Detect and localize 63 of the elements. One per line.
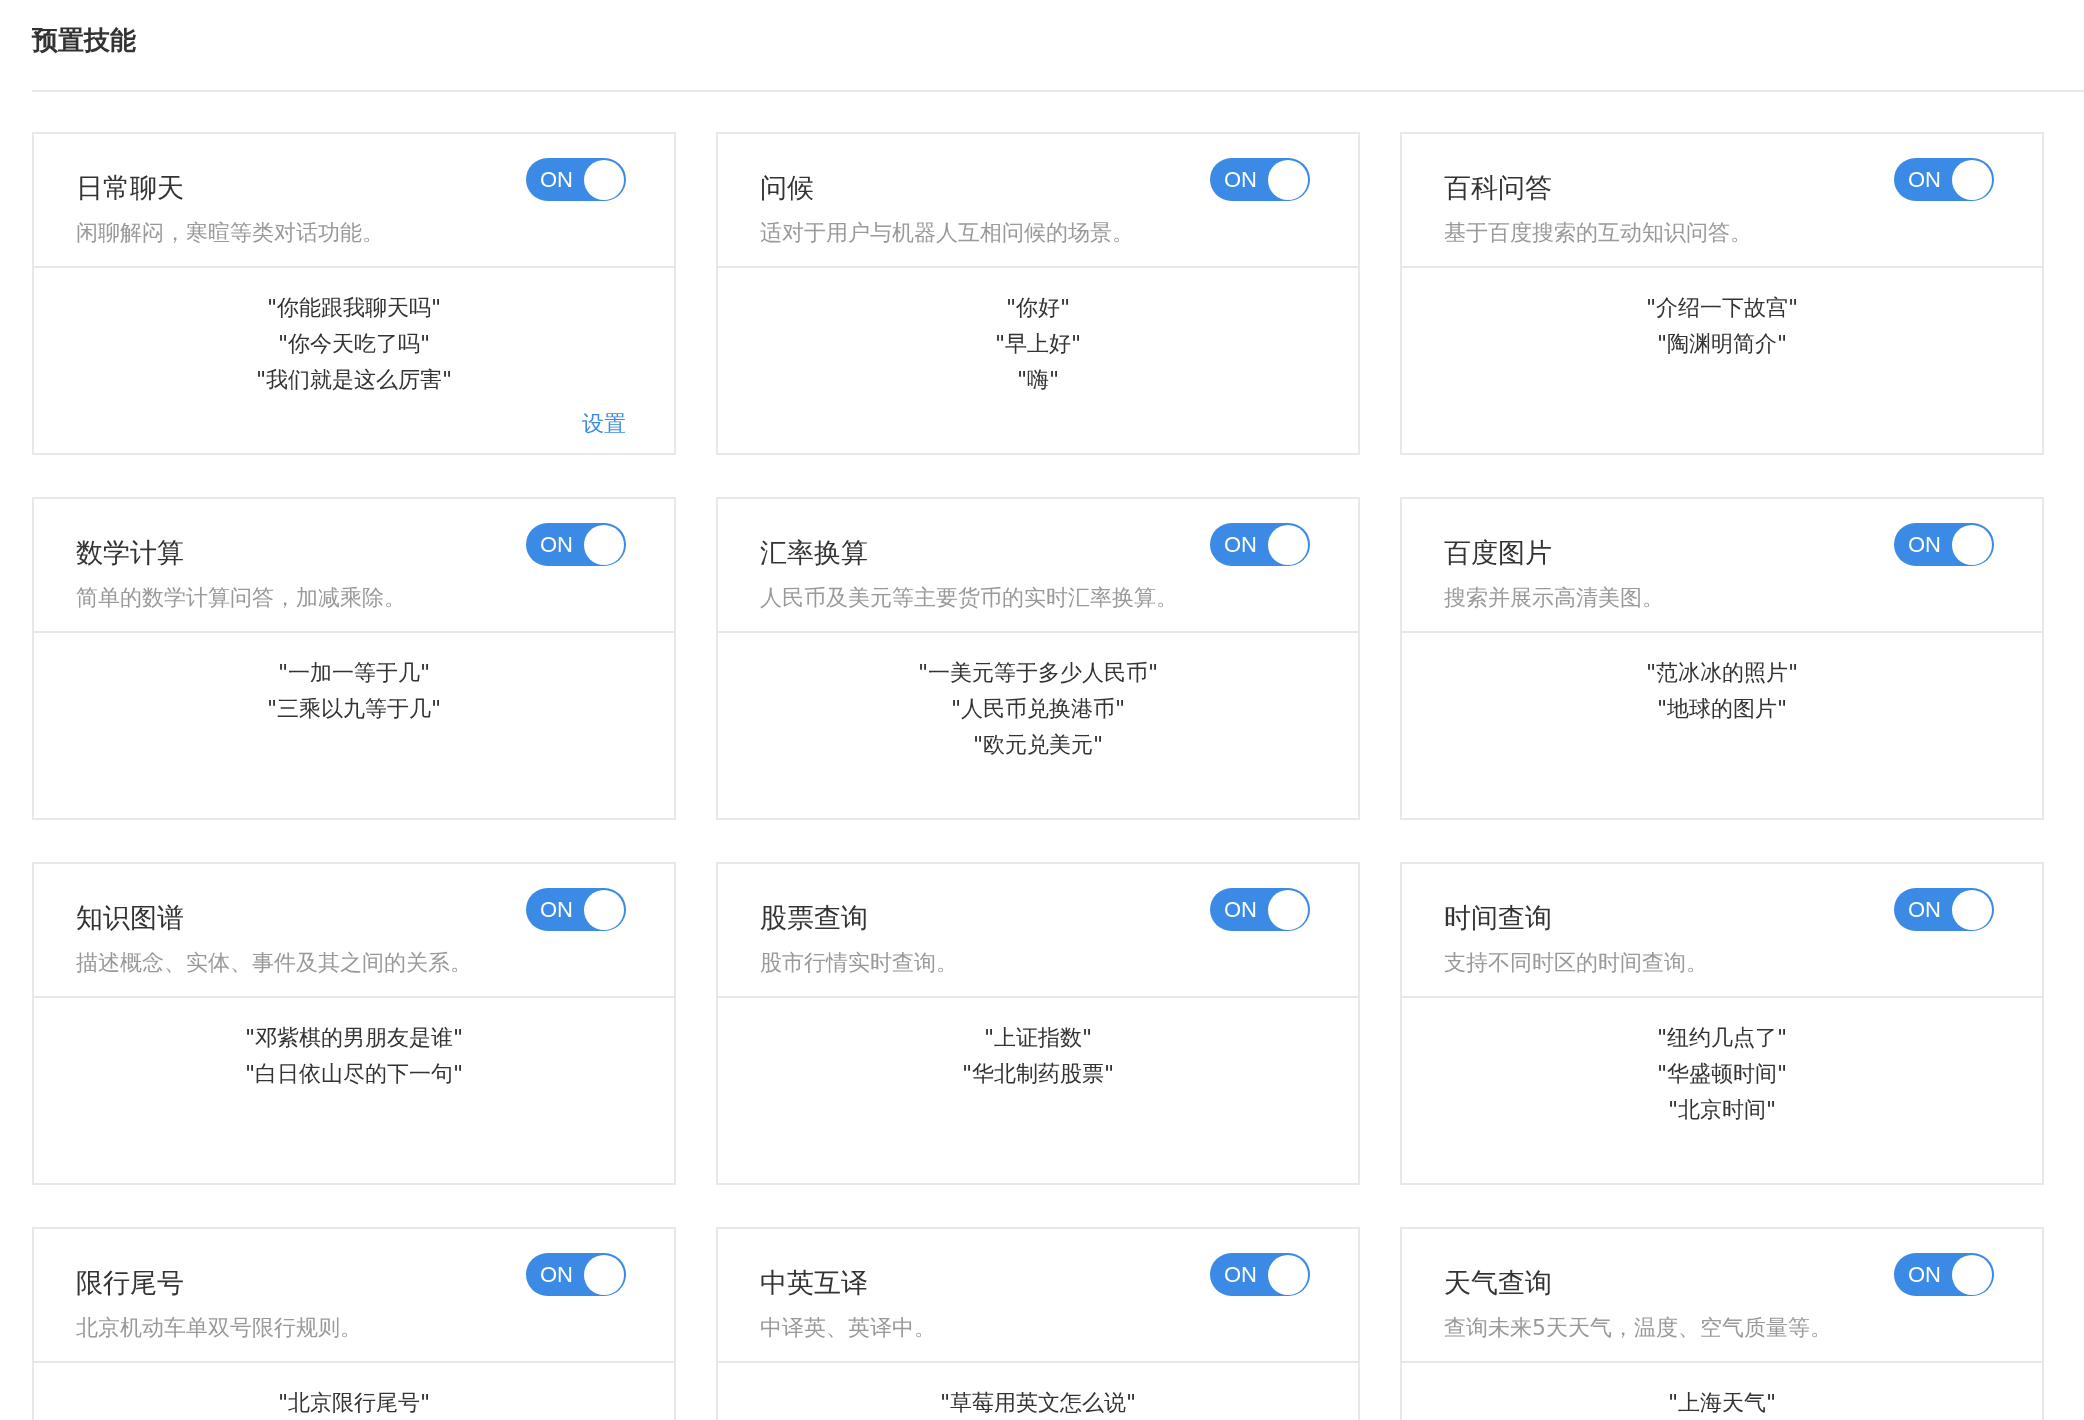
example-phrase: "你今天吃了吗" [277, 330, 431, 358]
toggle-switch[interactable]: ON [1210, 523, 1310, 566]
example-phrase: "草莓用英文怎么说" [939, 1389, 1137, 1417]
skill-description: 查询未来5天天气，温度、空气质量等。 [1444, 1314, 1832, 1342]
skill-description: 描述概念、实体、事件及其之间的关系。 [76, 949, 472, 977]
skill-description: 简单的数学计算问答，加减乘除。 [76, 584, 406, 612]
example-phrase: "欧元兑美元" [972, 731, 1104, 759]
skill-title: 汇率换算 [760, 536, 868, 570]
example-phrase: "陶渊明简介" [1656, 330, 1788, 358]
toggle-switch[interactable]: ON [526, 158, 626, 201]
toggle-switch[interactable]: ON [526, 888, 626, 931]
example-phrase: "我们就是这么厉害" [255, 366, 453, 394]
example-phrase: "早上好" [994, 330, 1082, 358]
skill-title: 百度图片 [1444, 536, 1552, 570]
skill-description: 股市行情实时查询。 [760, 949, 958, 977]
skill-title: 限行尾号 [76, 1266, 184, 1300]
skill-title: 知识图谱 [76, 901, 184, 935]
skill-description: 人民币及美元等主要货币的实时汇率换算。 [760, 584, 1178, 612]
section-title: 预置技能 [32, 24, 137, 57]
skill-description: 支持不同时区的时间查询。 [1444, 949, 1708, 977]
example-phrase: "华北制药股票" [961, 1060, 1115, 1088]
toggle-switch[interactable]: ON [526, 523, 626, 566]
example-phrase: "一加一等于几" [277, 659, 431, 687]
example-phrase: "地球的图片" [1656, 695, 1788, 723]
example-phrase: "华盛顿时间" [1656, 1060, 1788, 1088]
skill-title: 天气查询 [1444, 1266, 1552, 1300]
toggle-switch[interactable]: ON [526, 1253, 626, 1296]
toggle-switch[interactable]: ON [1894, 1253, 1994, 1296]
example-phrase: "介绍一下故宫" [1645, 294, 1799, 322]
toggle-switch[interactable]: ON [1894, 158, 1994, 201]
skill-description: 搜索并展示高清美图。 [1444, 584, 1664, 612]
skill-description: 适对于用户与机器人互相问候的场景。 [760, 219, 1134, 247]
toggle-switch[interactable]: ON [1894, 523, 1994, 566]
toggle-switch[interactable]: ON [1210, 1253, 1310, 1296]
example-phrase: "上海天气" [1667, 1389, 1777, 1417]
skill-description: 北京机动车单双号限行规则。 [76, 1314, 362, 1342]
example-phrase: "你能跟我聊天吗" [266, 294, 442, 322]
settings-link[interactable]: 设置 [582, 409, 626, 439]
toggle-switch[interactable]: ON [1210, 888, 1310, 931]
example-phrase: "北京限行尾号" [277, 1389, 431, 1417]
example-phrase: "人民币兑换港币" [950, 695, 1126, 723]
skill-title: 中英互译 [760, 1266, 868, 1300]
example-phrase: "一美元等于多少人民币" [917, 659, 1159, 687]
skill-title: 数学计算 [76, 536, 184, 570]
skill-title: 问候 [760, 171, 814, 205]
example-phrase: "邓紫棋的男朋友是谁" [244, 1024, 464, 1052]
skill-description: 闲聊解闷，寒暄等类对话功能。 [76, 219, 384, 247]
skill-title: 时间查询 [1444, 901, 1552, 935]
toggle-switch[interactable]: ON [1210, 158, 1310, 201]
skill-title: 百科问答 [1444, 171, 1552, 205]
example-phrase: "三乘以九等于几" [266, 695, 442, 723]
skill-title: 股票查询 [760, 901, 868, 935]
example-phrase: "纽约几点了" [1656, 1024, 1788, 1052]
example-phrase: "嗨" [1016, 366, 1060, 394]
example-phrase: "北京时间" [1667, 1096, 1777, 1124]
example-phrase: "你好" [1005, 294, 1071, 322]
example-phrase: "范冰冰的照片" [1645, 659, 1799, 687]
skill-description: 基于百度搜索的互动知识问答。 [1444, 219, 1752, 247]
skill-description: 中译英、英译中。 [760, 1314, 936, 1342]
skill-title: 日常聊天 [76, 171, 184, 205]
example-phrase: "上证指数" [983, 1024, 1093, 1052]
example-phrase: "白日依山尽的下一句" [244, 1060, 464, 1088]
toggle-switch[interactable]: ON [1894, 888, 1994, 931]
